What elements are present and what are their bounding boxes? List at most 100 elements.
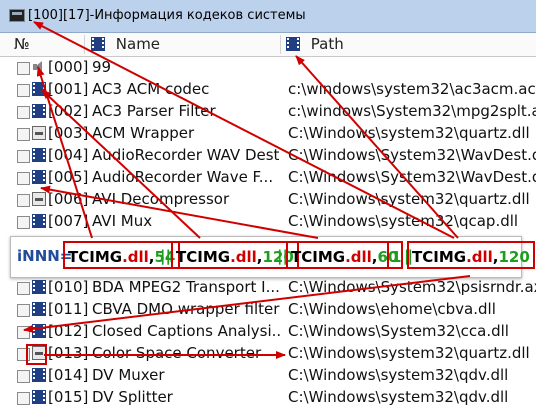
row-path: c:\windows\system32\ac3acm.acm [288, 80, 536, 98]
row-index: [010] [48, 278, 89, 296]
row-index: [015] [48, 388, 89, 406]
list-item[interactable]: [005] AudioRecorder Wave F... C:\Windows\S… [0, 167, 536, 189]
row-checkbox[interactable] [17, 392, 30, 405]
row-checkbox[interactable] [17, 106, 30, 119]
overlay-segment: TCIMG.dll,60 [286, 241, 404, 269]
row-index: [003] [48, 124, 89, 142]
row-checkbox[interactable] [17, 84, 30, 97]
column-name[interactable]: Name [91, 33, 160, 56]
row-path: C:\Windows\system32\qcap.dll [288, 212, 519, 230]
row-index: [012] [48, 322, 89, 340]
row-name: AudioRecorder Wave F... [92, 168, 274, 186]
list-item[interactable]: [013] Color Space Converter C:\Windows\sys… [0, 343, 536, 365]
row-index: [007] [48, 212, 89, 230]
film-icon [32, 324, 46, 338]
overlay-segment: 1 [387, 241, 403, 269]
row-path: C:\Windows\system32\quartz.dll [288, 190, 530, 208]
row-index: [014] [48, 366, 89, 384]
overlay-segment: TCIMG.dll,120 [407, 241, 535, 269]
row-index: [013] [48, 344, 89, 362]
list-item[interactable]: [001] AC3 ACM codec c:\windows\system32\ac… [0, 79, 536, 101]
row-checkbox[interactable] [17, 326, 30, 339]
row-name: AC3 Parser Filter [92, 102, 216, 120]
overlay-separator: || [160, 247, 171, 265]
row-index: [011] [48, 300, 89, 318]
list-item[interactable]: [000] 99 [0, 57, 536, 79]
row-checkbox[interactable] [17, 216, 30, 229]
codec-list: [000] 99 [001] AC3 ACM codec c:\windows\syst… [0, 57, 536, 409]
row-index: [002] [48, 102, 89, 120]
row-name: AC3 ACM codec [92, 80, 210, 98]
list-item[interactable]: [015] DV Splitter C:\Windows\system32\qdv.… [0, 387, 536, 409]
window-title: [100][17]-Информация кодеков системы [28, 8, 306, 23]
row-checkbox[interactable] [17, 128, 30, 141]
row-checkbox[interactable] [17, 370, 30, 383]
list-item[interactable]: [007] AVI Mux C:\Windows\system32\qcap.dll [0, 211, 536, 233]
list-item[interactable]: [014] DV Muxer C:\Windows\system32\qdv.dll [0, 365, 536, 387]
list-item[interactable]: [002] AC3 Parser Filter c:\windows\System3… [0, 101, 536, 123]
row-path: C:\Windows\system32\qdv.dll [288, 366, 509, 384]
film-icon [32, 148, 46, 162]
film-icon [32, 302, 46, 316]
column-name-label: Name [115, 35, 161, 53]
row-index: [004] [48, 146, 89, 164]
row-checkbox[interactable] [17, 304, 30, 317]
row-path: C:\Windows\System32\WavDest.dll [288, 146, 536, 164]
column-path[interactable]: Path [286, 33, 344, 56]
film-icon [32, 214, 46, 228]
row-checkbox[interactable] [17, 282, 30, 295]
row-checkbox[interactable] [17, 348, 30, 361]
row-index: [005] [48, 168, 89, 186]
list-header: № Name Path [0, 33, 536, 57]
acm-icon [32, 192, 46, 206]
row-path: C:\Windows\System32\psisrndr.ax [288, 278, 536, 296]
row-checkbox[interactable] [17, 172, 30, 185]
title-bar: [100][17]-Информация кодеков системы [0, 0, 536, 33]
row-name: ACM Wrapper [92, 124, 195, 142]
film-icon [32, 82, 46, 96]
list-item[interactable]: [004] AudioRecorder WAV Dest C:\Windows\Sy… [0, 145, 536, 167]
format-hint-overlay: iNNN= TCIMG.dll,54 || TCIMG.dll,120 || T… [10, 236, 535, 278]
film-icon [91, 37, 105, 51]
list-item[interactable]: [012] Closed Captions Analysi... C:\Window… [0, 321, 536, 343]
acm-icon [32, 126, 46, 140]
film-icon [286, 37, 300, 51]
row-checkbox[interactable] [17, 194, 30, 207]
row-name: 99 [92, 58, 112, 76]
speaker-icon [32, 60, 46, 74]
row-path: C:\Windows\System32\cca.dll [288, 322, 509, 340]
column-divider[interactable] [84, 35, 85, 54]
row-path: C:\Windows\system32\qdv.dll [288, 388, 509, 406]
row-path: C:\Windows\ehome\cbva.dll [288, 300, 496, 318]
row-path: C:\Windows\system32\quartz.dll [288, 124, 530, 142]
film-icon [32, 280, 46, 294]
row-name: BDA MPEG2 Transport I... [92, 278, 280, 296]
column-number[interactable]: № [14, 33, 30, 56]
list-item[interactable]: [010] BDA MPEG2 Transport I... C:\Windows\… [0, 277, 536, 299]
row-index: [001] [48, 80, 89, 98]
row-name: AVI Mux [92, 212, 153, 230]
row-name: AVI Decompressor [92, 190, 230, 208]
list-item[interactable]: [006] AVI Decompressor C:\Windows\system32… [0, 189, 536, 211]
row-index: [006] [48, 190, 89, 208]
row-name: Color Space Converter [92, 344, 262, 362]
column-divider[interactable] [280, 35, 281, 54]
column-path-label: Path [310, 35, 344, 53]
film-icon [32, 104, 46, 118]
acm-icon [32, 346, 46, 360]
list-item[interactable]: [011] CBVA DMO wrapper filter C:\Windows\e… [0, 299, 536, 321]
row-name: DV Muxer [92, 366, 165, 384]
film-icon [32, 170, 46, 184]
list-item[interactable]: [003] ACM Wrapper C:\Windows\system32\quar… [0, 123, 536, 145]
row-name: Closed Captions Analysi... [92, 322, 282, 340]
row-name: DV Splitter [92, 388, 173, 406]
row-checkbox[interactable] [17, 150, 30, 163]
app-icon[interactable] [9, 9, 25, 22]
row-name: AudioRecorder WAV Dest [92, 146, 280, 164]
film-icon [32, 368, 46, 382]
row-path: C:\Windows\System32\WavDest.dll [288, 168, 536, 186]
row-checkbox[interactable] [17, 62, 30, 75]
row-path: C:\Windows\system32\quartz.dll [288, 344, 530, 362]
row-index: [000] [48, 58, 89, 76]
film-icon [32, 390, 46, 404]
